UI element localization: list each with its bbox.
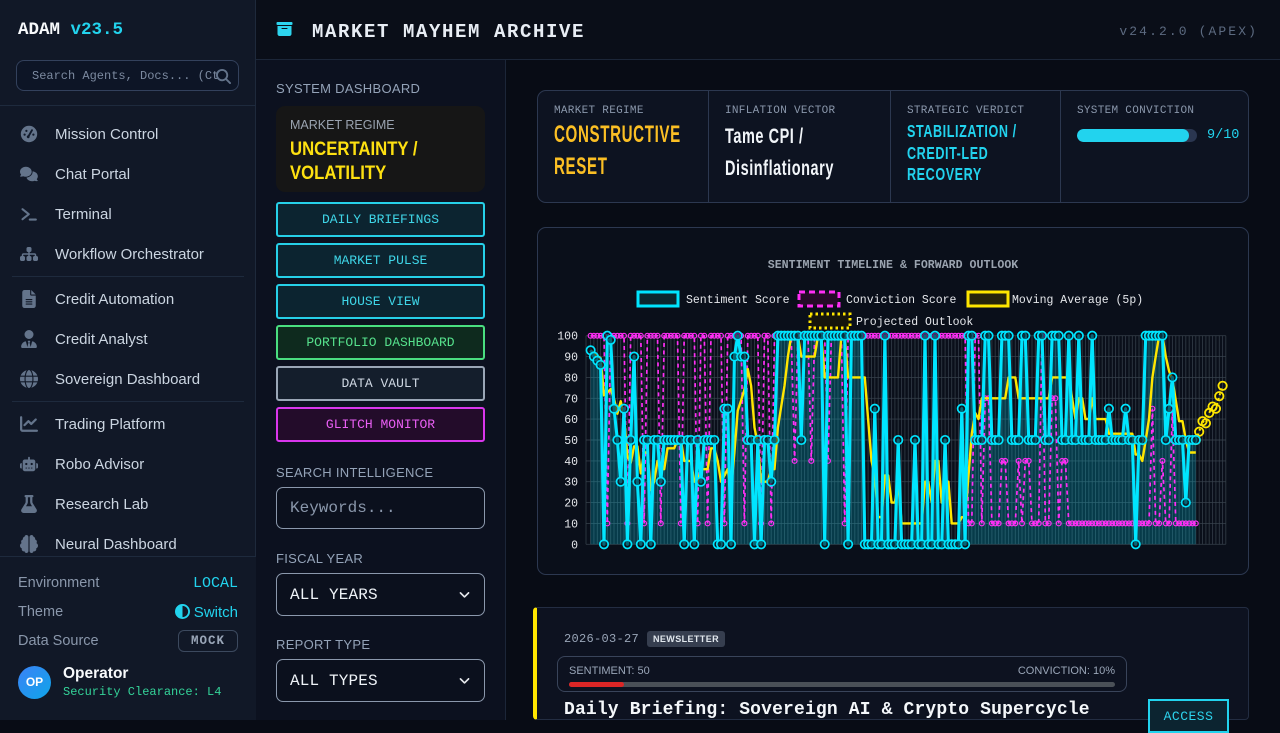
svg-text:50: 50 (564, 435, 578, 448)
svg-text:10: 10 (564, 518, 578, 531)
svg-text:Projected Outlook: Projected Outlook (856, 316, 973, 329)
svg-text:60: 60 (564, 414, 578, 427)
svg-text:20: 20 (564, 498, 578, 511)
svg-text:30: 30 (564, 477, 578, 490)
svg-text:90: 90 (564, 352, 578, 365)
svg-text:Conviction Score: Conviction Score (846, 294, 957, 307)
svg-text:100: 100 (557, 331, 578, 344)
svg-text:Sentiment Score: Sentiment Score (686, 294, 790, 307)
svg-text:0: 0 (571, 539, 578, 552)
svg-text:80: 80 (564, 372, 578, 385)
svg-text:70: 70 (564, 393, 578, 406)
svg-text:40: 40 (564, 456, 578, 469)
svg-text:Moving Average (5p): Moving Average (5p) (1012, 294, 1143, 307)
svg-text:SENTIMENT TIMELINE & FORWARD O: SENTIMENT TIMELINE & FORWARD OUTLOOK (768, 259, 1019, 272)
